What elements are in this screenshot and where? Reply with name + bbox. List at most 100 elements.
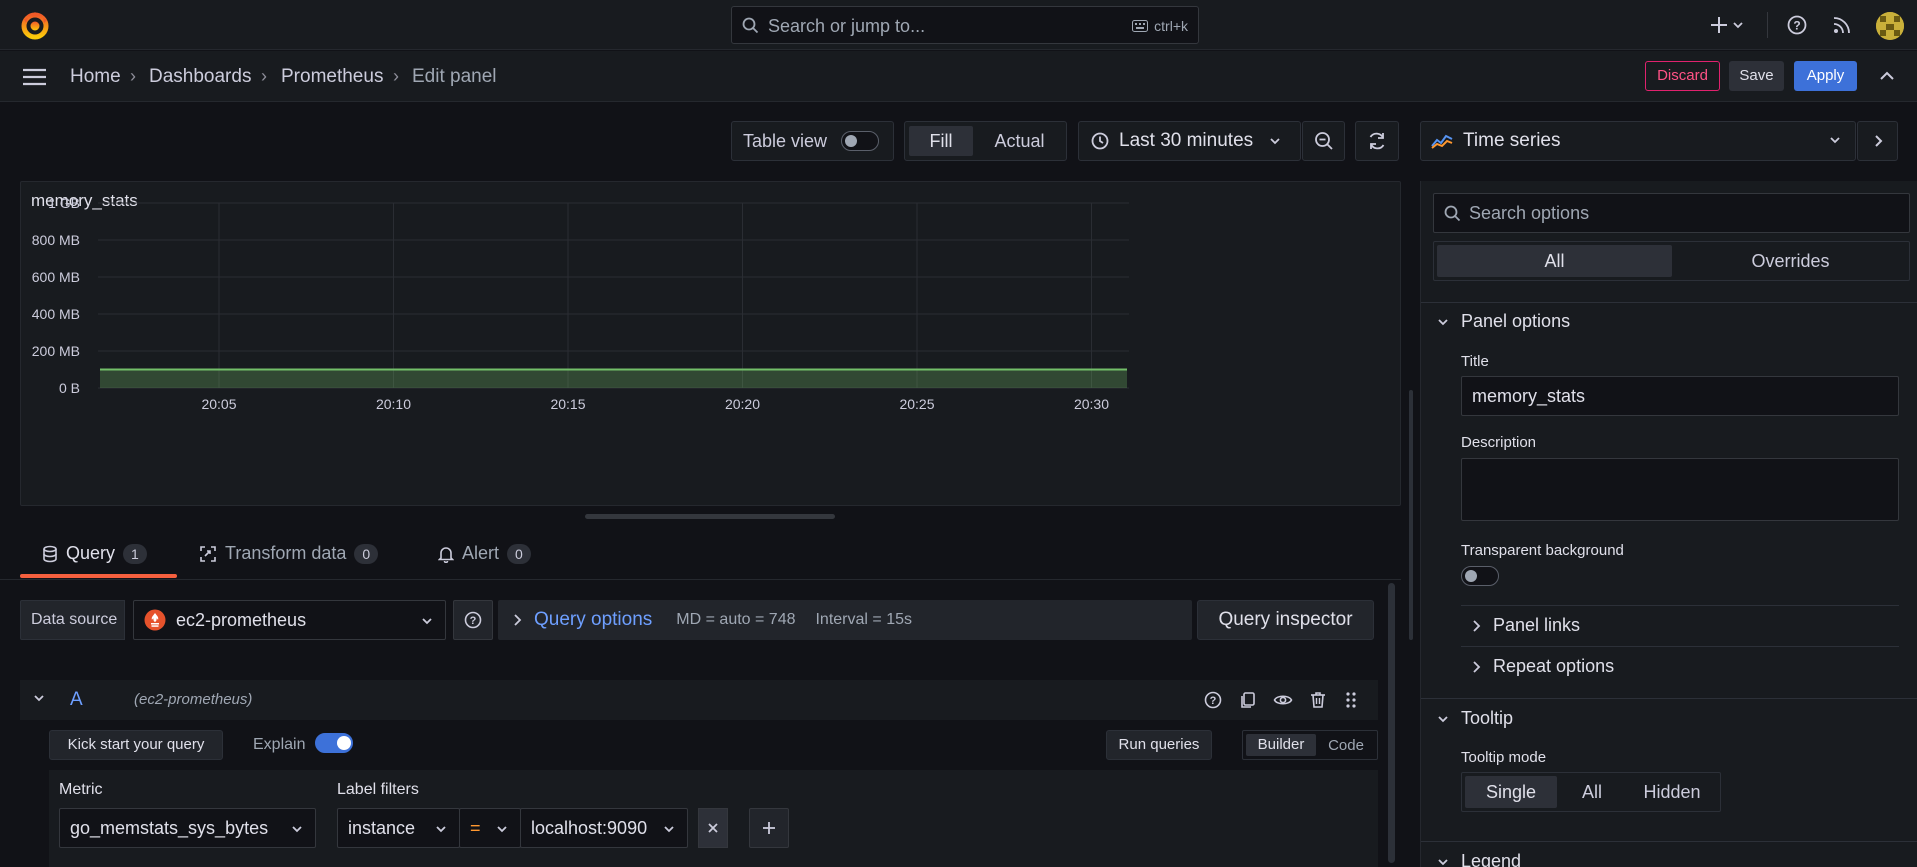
tooltip-mode-hidden[interactable]: Hidden <box>1627 776 1717 808</box>
add-filter-button[interactable] <box>749 808 789 848</box>
breadcrumb-separator: › <box>393 66 399 86</box>
code-option[interactable]: Code <box>1318 737 1374 754</box>
time-series-chart[interactable]: 1 GB 800 MB 600 MB 400 MB 200 MB 0 B 20:05 20:1… <box>21 182 1402 507</box>
top-bar: Search or jump to... ctrl+k ? <box>0 0 1917 50</box>
collapse-chevron-up-icon[interactable] <box>1878 67 1896 85</box>
label-key-select[interactable]: instance <box>337 808 460 848</box>
duplicate-query-icon[interactable] <box>1238 690 1258 710</box>
user-avatar[interactable] <box>1876 12 1904 40</box>
prometheus-icon <box>144 609 166 631</box>
eye-icon[interactable] <box>1273 690 1293 710</box>
time-range-picker[interactable]: Last 30 minutes <box>1078 121 1301 161</box>
search-icon <box>1444 205 1461 222</box>
data-source-name: ec2-prometheus <box>176 609 307 630</box>
divider <box>1421 302 1917 303</box>
chevron-right-icon <box>1471 619 1481 633</box>
label-key-value: instance <box>348 817 416 838</box>
trash-icon[interactable] <box>1308 690 1328 710</box>
divider <box>1421 841 1917 842</box>
splitter-scrollbar[interactable] <box>1409 390 1413 640</box>
query-options-link[interactable]: Query options <box>534 609 652 631</box>
drag-handle-icon[interactable] <box>1344 690 1358 710</box>
label-operator-select[interactable]: = <box>459 808 521 848</box>
actual-option[interactable]: Actual <box>977 126 1062 156</box>
toggle-options-button[interactable] <box>1857 121 1898 161</box>
chevron-down-icon <box>1437 714 1449 724</box>
svg-text:?: ? <box>470 615 477 627</box>
divider <box>1767 12 1768 38</box>
title-label: Title <box>1461 353 1489 370</box>
new-menu-button[interactable] <box>1710 12 1746 38</box>
description-textarea[interactable] <box>1461 458 1899 521</box>
y-tick-label: 400 MB <box>32 306 80 322</box>
metric-select[interactable]: go_memstats_sys_bytes <box>59 808 316 848</box>
x-tick-label: 20:05 <box>201 396 236 412</box>
tooltip-mode-single[interactable]: Single <box>1465 776 1557 808</box>
time-range-label: Last 30 minutes <box>1119 130 1254 151</box>
panel-options-header[interactable]: Panel options <box>1437 311 1570 332</box>
panel-resize-handle[interactable] <box>585 514 835 519</box>
save-button[interactable]: Save <box>1729 61 1784 91</box>
breadcrumb-home[interactable]: Home <box>70 66 121 88</box>
keyboard-icon <box>1132 20 1149 32</box>
grafana-logo-icon[interactable] <box>20 11 50 41</box>
fill-option[interactable]: Fill <box>909 126 973 156</box>
y-tick-label: 200 MB <box>32 343 80 359</box>
search-bar[interactable]: Search or jump to... ctrl+k <box>731 6 1199 44</box>
tooltip-mode-all[interactable]: All <box>1559 776 1625 808</box>
database-icon <box>42 545 58 563</box>
run-queries-button[interactable]: Run queries <box>1106 730 1212 760</box>
news-feed-icon[interactable] <box>1829 12 1855 38</box>
apply-button[interactable]: Apply <box>1794 61 1857 91</box>
repeat-options-header[interactable]: Repeat options <box>1471 656 1614 677</box>
breadcrumb-prometheus[interactable]: Prometheus <box>281 66 383 88</box>
query-builder: Metric go_memstats_sys_bytes Label filte… <box>49 770 1378 867</box>
chevron-down-icon <box>663 824 675 834</box>
refresh-button[interactable] <box>1355 121 1399 161</box>
panel-links-header[interactable]: Panel links <box>1471 615 1580 636</box>
discard-button[interactable]: Discard <box>1645 61 1720 91</box>
help-icon[interactable]: ? <box>1203 690 1223 710</box>
data-source-picker[interactable]: ec2-prometheus <box>133 600 446 640</box>
query-scrollbar[interactable] <box>1388 583 1395 863</box>
zoom-out-button[interactable] <box>1302 121 1345 161</box>
menu-icon[interactable] <box>22 67 48 87</box>
label-value: localhost:9090 <box>531 817 648 838</box>
time-series-icon <box>1431 132 1453 150</box>
transparent-background-switch[interactable] <box>1461 566 1499 586</box>
divider <box>1461 646 1899 647</box>
chevron-down-icon <box>291 824 303 834</box>
clock-icon <box>1091 132 1109 150</box>
options-search-input[interactable]: Search options <box>1433 193 1910 233</box>
query-inspector-button[interactable]: Query inspector <box>1197 600 1374 640</box>
table-view-toggle[interactable]: Table view <box>731 121 894 161</box>
tooltip-header[interactable]: Tooltip <box>1437 708 1513 729</box>
visualization-picker[interactable]: Time series <box>1420 121 1856 161</box>
data-source-help-button[interactable]: ? <box>453 600 493 640</box>
legend-title: Legend <box>1461 851 1522 867</box>
tab-transform-data[interactable]: Transform data 0 <box>199 543 379 564</box>
table-view-label: Table view <box>743 130 828 151</box>
panel-preview: memory_stats 1 GB 800 MB 600 MB 400 MB 200 M… <box>20 181 1401 506</box>
options-tab-overrides[interactable]: Overrides <box>1675 245 1906 277</box>
kick-start-button[interactable]: Kick start your query <box>49 730 223 760</box>
tab-query[interactable]: Query 1 <box>42 543 147 564</box>
explain-switch[interactable] <box>315 733 353 753</box>
collapse-chevron-down-icon[interactable] <box>33 693 45 703</box>
bell-icon <box>438 545 454 563</box>
builder-option[interactable]: Builder <box>1246 734 1316 756</box>
query-options-row[interactable]: Query options MD = auto = 748 Interval =… <box>498 600 1192 640</box>
legend-header[interactable]: Legend <box>1437 851 1521 867</box>
label-value-select[interactable]: localhost:9090 <box>520 808 688 848</box>
remove-filter-button[interactable] <box>698 808 728 848</box>
query-ref-id[interactable]: A <box>70 689 83 711</box>
breadcrumb-dashboards[interactable]: Dashboards <box>149 66 251 88</box>
description-label: Description <box>1461 434 1537 451</box>
help-icon[interactable]: ? <box>1784 12 1810 38</box>
table-view-switch[interactable] <box>841 131 880 151</box>
tab-alert-label: Alert <box>462 543 500 563</box>
options-tab-all[interactable]: All <box>1437 245 1672 277</box>
visualization-label: Time series <box>1463 130 1561 151</box>
tab-alert[interactable]: Alert 0 <box>438 543 531 564</box>
title-input[interactable]: memory_stats <box>1461 376 1899 416</box>
